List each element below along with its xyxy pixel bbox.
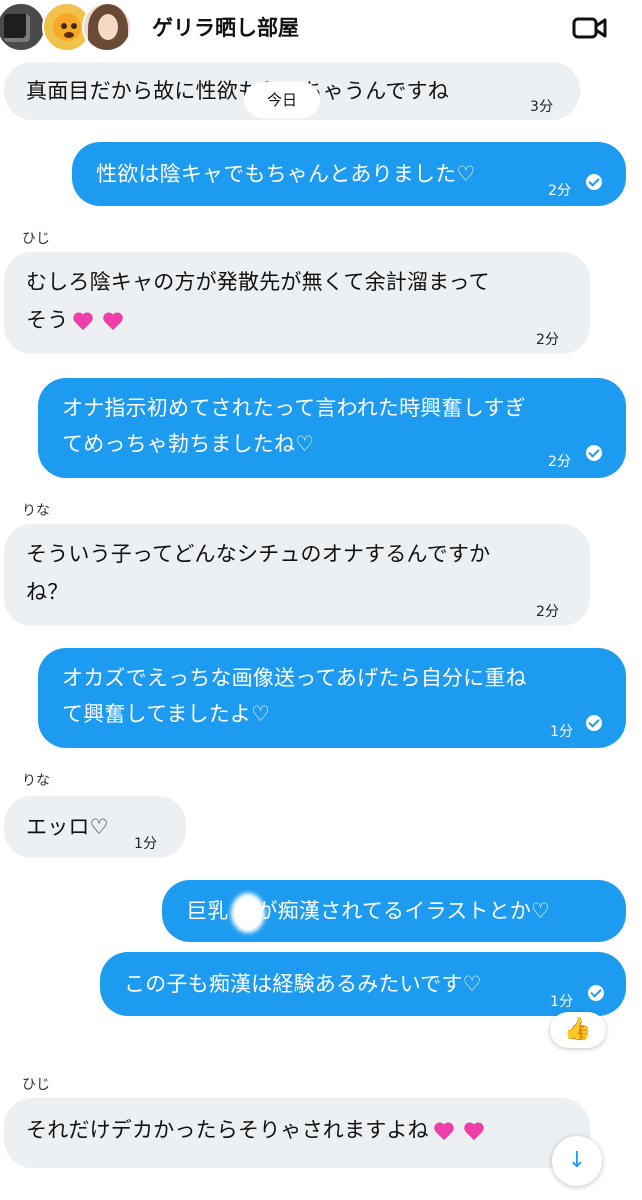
- message-text: そういう子ってどんなシチュのオナするんですか: [26, 542, 491, 566]
- message-time: 3分: [530, 99, 554, 115]
- message-text: この子も痴漢は経験あるみたいです♡: [124, 972, 482, 996]
- message-text: むしろ陰キャの方が発散先が無くて余計溜まって: [26, 270, 490, 294]
- message-time: 2分: [536, 604, 560, 620]
- conversation-title[interactable]: ゲリラ晒し部屋: [152, 12, 299, 42]
- avatar: [82, 2, 132, 52]
- message-text: て興奮してましたよ♡: [62, 702, 271, 726]
- message-bubble-incoming[interactable]: それだけデカかったらそりゃされますよね: [4, 1098, 590, 1168]
- message-bubble-outgoing[interactable]: オナ指示初めてされたって言われた時興奮しすぎ てめっちゃ勃ちましたね♡ 2分: [38, 378, 626, 478]
- thumbs-up-icon[interactable]: 👍: [550, 1012, 606, 1048]
- sender-name: りな: [22, 773, 50, 789]
- message-time: 2分: [548, 454, 572, 470]
- message-bubble-outgoing[interactable]: この子も痴漢は経験あるみたいです♡ 1分: [100, 952, 626, 1016]
- message-text: 性欲は陰キャでもちゃんとありました♡: [96, 162, 476, 186]
- read-check-icon: [588, 985, 604, 1001]
- message-time: 2分: [536, 332, 560, 348]
- message-text: そう: [26, 302, 128, 338]
- group-avatars[interactable]: [0, 2, 140, 54]
- avatar: [0, 2, 46, 52]
- read-check-icon: [586, 445, 602, 461]
- video-camera-icon[interactable]: [572, 16, 608, 40]
- message-bubble-incoming[interactable]: むしろ陰キャの方が発散先が無くて余計溜まって そう 2分: [4, 252, 590, 354]
- sender-name: ひじ: [22, 231, 50, 247]
- message-bubble-outgoing[interactable]: 性欲は陰キャでもちゃんとありました♡ 2分: [72, 142, 626, 206]
- message-text: オナ指示初めてされたって言われた時興奮しすぎ: [62, 396, 526, 420]
- message-bubble-incoming[interactable]: エッロ♡ 1分: [4, 796, 186, 858]
- message-text: 真面目だから故に性欲もえっちゃうんですね: [26, 79, 449, 103]
- message-time: 1分: [550, 724, 574, 740]
- pink-hearts-emoji: [102, 311, 124, 331]
- pink-hearts-emoji: [463, 1121, 485, 1141]
- sender-name: りな: [22, 503, 50, 519]
- message-text: オカズでえっちな画像送ってあげたら自分に重ね: [62, 666, 527, 690]
- scroll-to-bottom-button[interactable]: ↓: [552, 1136, 602, 1186]
- message-text: てめっちゃ勃ちましたね♡: [62, 432, 315, 456]
- message-text: エッロ♡: [26, 815, 109, 839]
- message-text: それだけデカかったらそりゃされますよね: [26, 1112, 489, 1148]
- pink-hearts-emoji: [72, 311, 94, 331]
- message-bubble-incoming[interactable]: そういう子ってどんなシチュのオナするんですか ね？ 2分: [4, 524, 590, 626]
- pink-hearts-emoji: [433, 1121, 455, 1141]
- message-bubble-outgoing[interactable]: オカズでえっちな画像送ってあげたら自分に重ね て興奮してましたよ♡ 1分: [38, 648, 626, 748]
- date-divider: 今日: [244, 82, 320, 118]
- arrow-down-icon: ↓: [567, 1148, 587, 1173]
- message-time: 1分: [134, 836, 158, 852]
- message-time: 2分: [548, 183, 572, 199]
- conversation-header: ゲリラ晒し部屋: [0, 0, 642, 56]
- sender-name: ひじ: [22, 1077, 50, 1093]
- message-text: ね？: [26, 580, 69, 604]
- read-check-icon: [586, 174, 602, 190]
- redaction-mark: [231, 893, 265, 933]
- read-check-icon: [586, 715, 602, 731]
